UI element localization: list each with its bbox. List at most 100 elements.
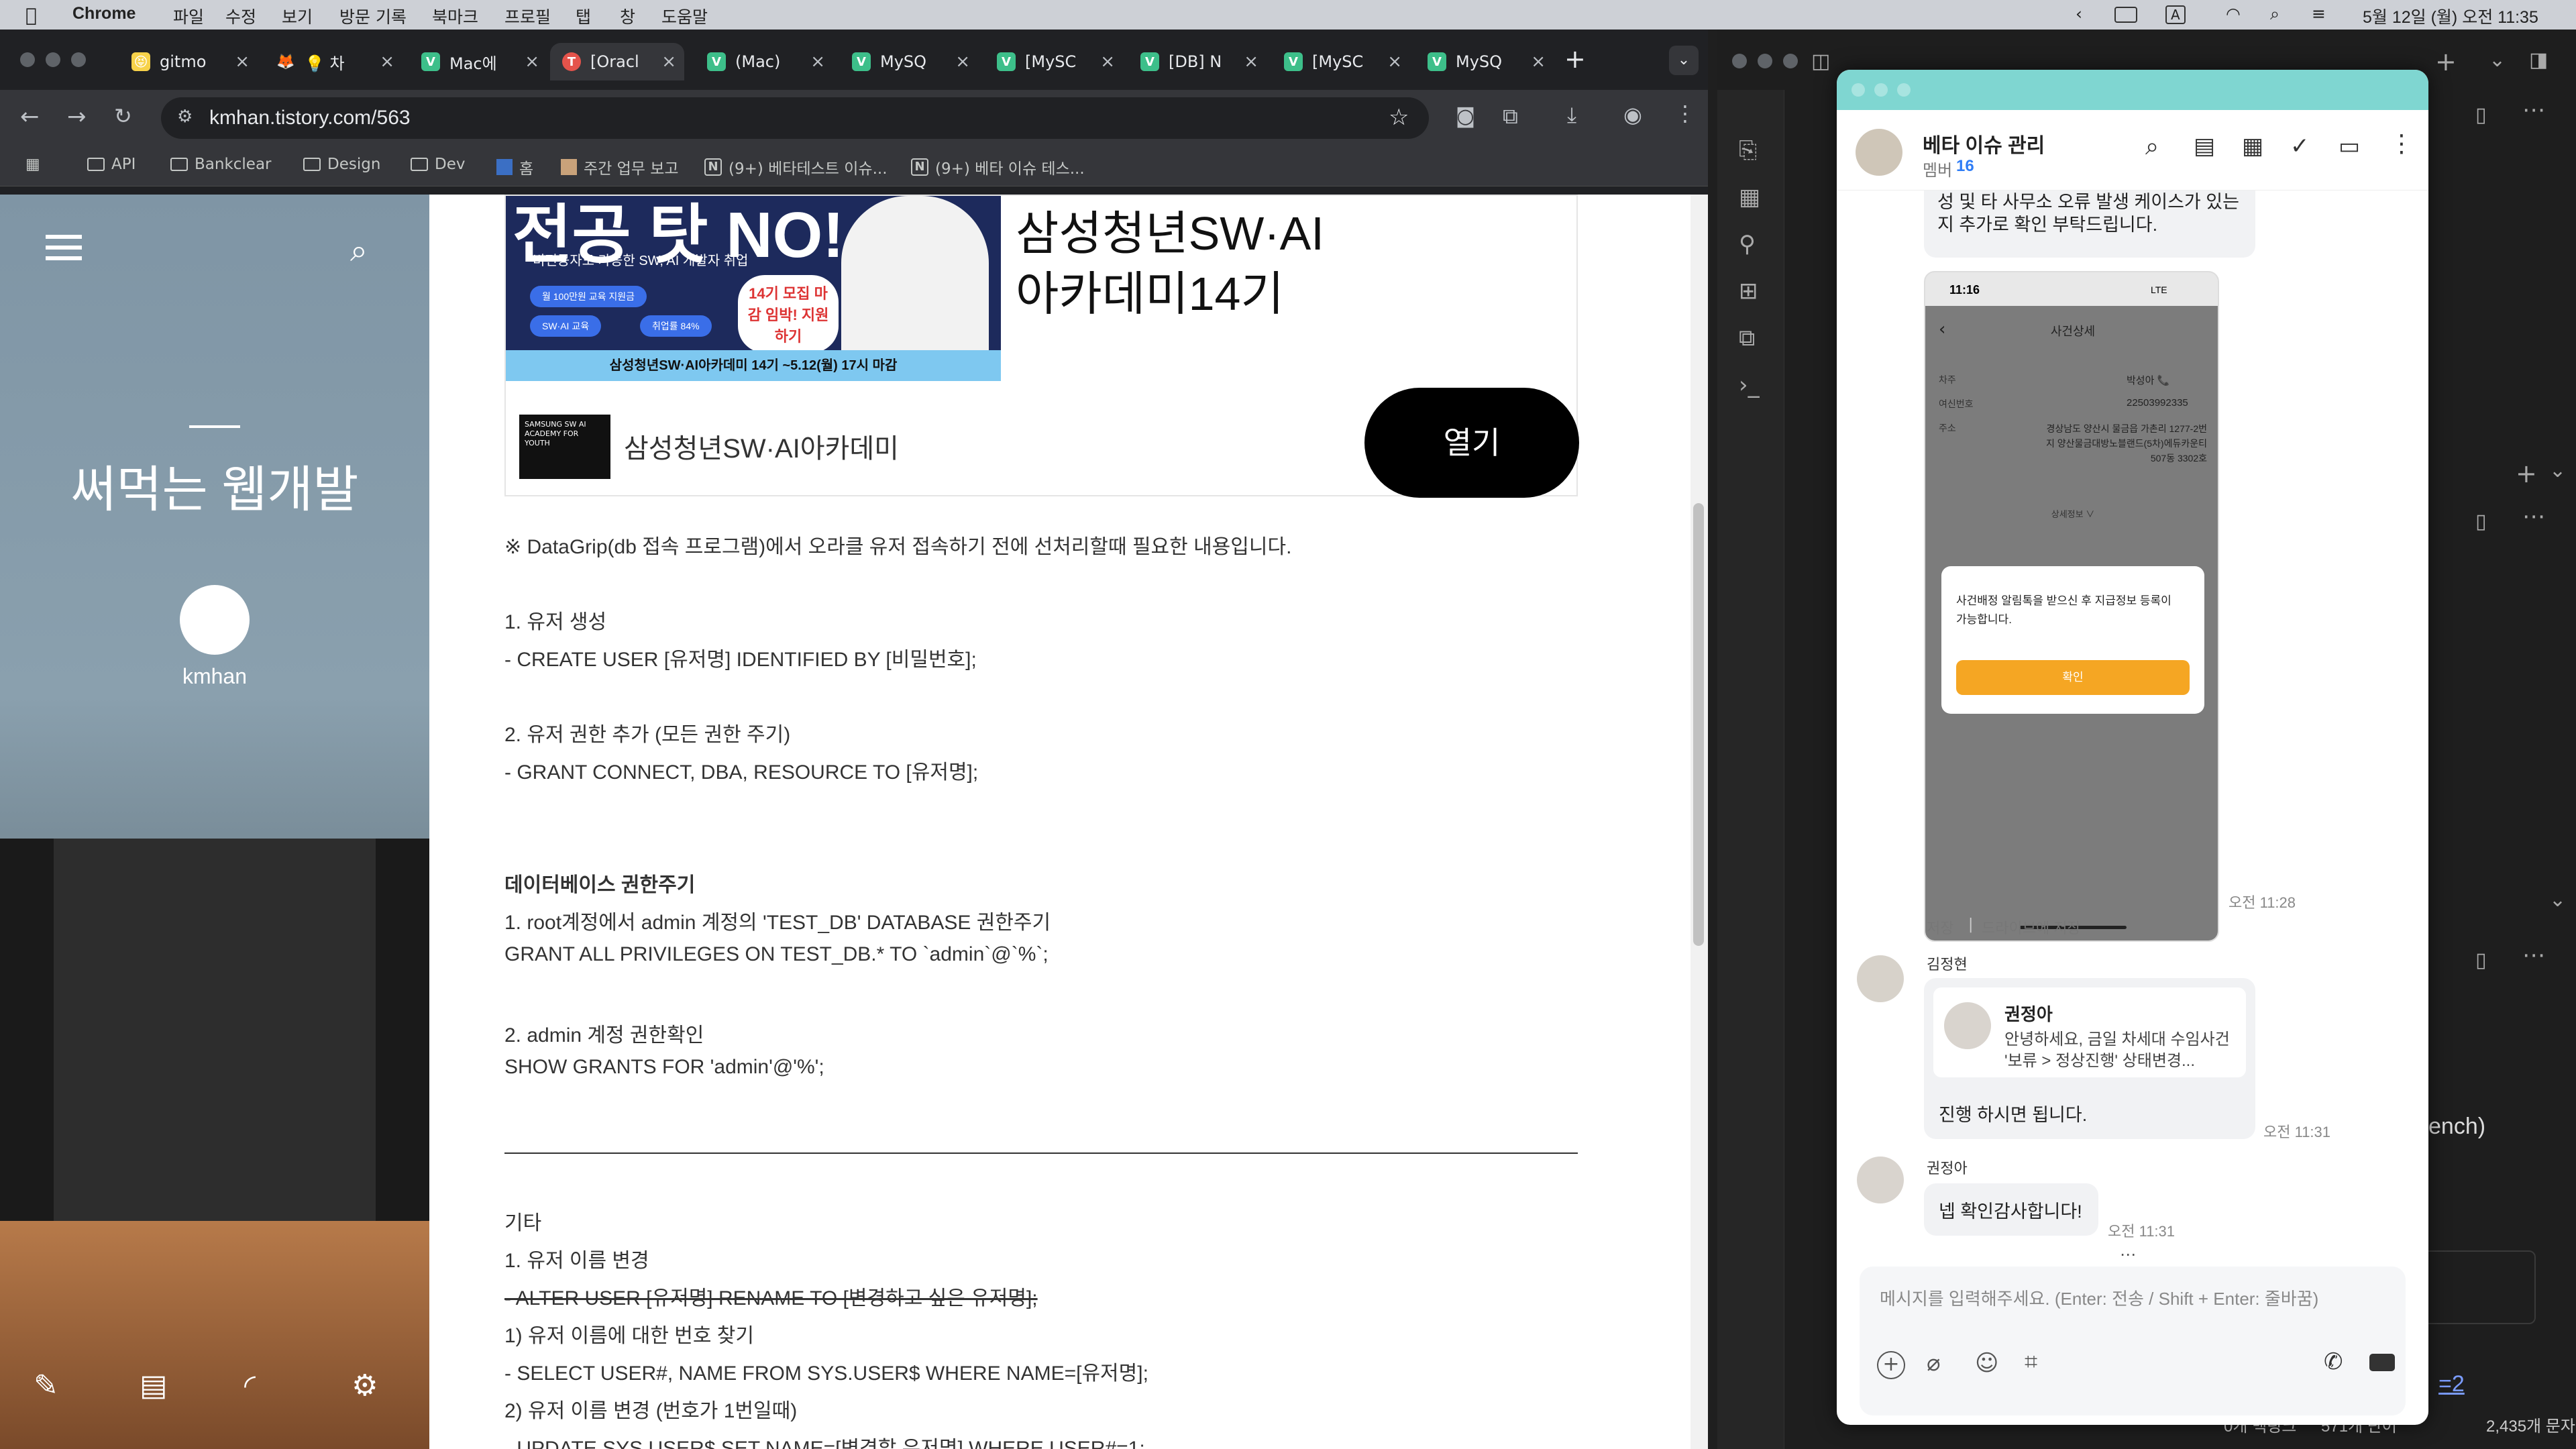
tab-mysql[interactable]: V MySQ × [852,43,970,80]
attachment-icon[interactable]: ⌀ [1927,1350,1940,1377]
more-icon[interactable]: ⋯ [2522,503,2545,530]
tab-gitlab[interactable]: 🦊 💡 차 × [276,43,394,80]
reply-message-bubble[interactable]: 권정아 안녕하세요, 금일 차세대 수임사건 '보류 > 정상진행' 상태변경.… [1924,978,2255,1139]
more-icon[interactable]: ⋯ [2522,97,2545,123]
omnibox[interactable]: ⚙ kmhan.tistory.com/563 ☆ [161,97,1429,139]
close-icon[interactable]: × [955,52,970,72]
ad-brand-name[interactable]: 삼성청년SW·AI아카데미 [624,427,899,466]
search-icon[interactable]: ⌕ [2145,133,2159,161]
control-center-icon[interactable]: ≡ [2312,4,2326,23]
new-tab-button[interactable]: + [1564,44,1586,74]
layout-icon[interactable]: ◨ [2529,48,2548,72]
bookmark-home[interactable]: 홈 [496,156,533,178]
search-icon[interactable]: ⌕ [2270,4,2279,24]
close-icon[interactable]: × [1100,52,1115,72]
window-close-button[interactable] [1732,54,1747,68]
forward-button[interactable]: → [67,103,87,130]
page-scrollbar[interactable] [1690,195,1708,1449]
copy-icon[interactable]: ⧉ [1739,325,1755,352]
chevron-down-icon[interactable]: ⌄ [2489,48,2506,72]
tab-db[interactable]: V [DB] N × [1140,43,1258,80]
video-call-icon[interactable] [2369,1354,2395,1371]
chevron-down-icon[interactable]: ⌄ [2549,459,2566,482]
more-dots-icon[interactable]: ⋯ [2120,1245,2136,1264]
menu-datetime[interactable]: 5월 12일 (월) 오전 11:35 [2363,4,2538,28]
rss-icon[interactable]: ◜ [244,1368,256,1403]
menu-help[interactable]: 도움말 [661,4,708,28]
sender-name[interactable]: 김정현 [1927,953,1968,974]
ad-image[interactable]: 전공 탓 NO! 비전공자도 가능한 SW, AI 개발자 취업 월 100만원… [506,196,1001,381]
message-composer[interactable]: 메시지를 입력해주세요. (Enter: 전송 / Shift + Enter:… [1860,1267,2406,1415]
menu-view[interactable]: 보기 [282,4,313,28]
save-link[interactable]: 저장 [1927,916,1953,938]
bookmark-folder-api[interactable]: API [87,156,136,173]
settings-gear-icon[interactable]: ⚙ [352,1368,378,1403]
calendar-icon[interactable]: ▦ [1739,184,1760,211]
window-minimize-button[interactable] [46,52,60,67]
message-bubble-partial[interactable]: 있는 체중조(의미 번호 0번), 체크 기능 성 및 타 사무소 오류 발생 … [1924,191,2255,258]
site-info-icon[interactable]: ⚙ [177,107,193,127]
tab-mysql-3[interactable]: V [MySC × [1284,43,1402,80]
quoted-message[interactable]: 권정아 안녕하세요, 금일 차세대 수임사건 '보류 > 정상진행' 상태변경.… [1933,987,2246,1077]
grid-icon[interactable]: ⊞ [1739,278,1758,305]
sender-name[interactable]: 권정아 [1927,1157,1968,1178]
guestbook-icon[interactable]: ▤ [140,1368,168,1403]
bookmark-folder-design[interactable]: Design [303,156,380,173]
terminal-icon[interactable]: ›_ [1739,372,1760,398]
message-bubble[interactable]: 넵 확인감사합니다! [1924,1183,2098,1236]
window-minimize-button[interactable] [1874,83,1888,97]
ad-title-line1[interactable]: 삼성청년SW·AI [1016,196,1324,264]
search-icon[interactable]: ⌕ [350,232,368,270]
member-count[interactable]: 16 [1956,157,1974,176]
avatar[interactable] [1857,1157,1904,1203]
tab-mysql-2[interactable]: V [MySC × [997,43,1115,80]
window-zoom-button[interactable] [1783,54,1798,68]
window-close-button[interactable] [20,52,35,67]
avatar[interactable] [1857,955,1904,1002]
save-to-drive-link[interactable]: 드라이브에 저장 [1982,916,2081,938]
ad-title-line2[interactable]: 아카데미14기 [1016,256,1284,324]
apple-icon[interactable]:  [25,4,37,26]
message-input-placeholder[interactable]: 메시지를 입력해주세요. (Enter: 전송 / Shift + Enter:… [1880,1285,2318,1310]
graph-icon[interactable]: ⚲ [1739,231,1756,258]
menu-history[interactable]: 방문 기록 [339,4,407,28]
window-close-button[interactable] [1851,83,1865,97]
reading-mode-icon[interactable]: ▯ [2475,103,2487,127]
wifi-icon[interactable]: ◠ [2226,4,2241,23]
file-icon[interactable]: ⎘ [1739,137,1757,164]
tab-mac[interactable]: V Mac에 × [421,43,539,80]
window-zoom-button[interactable] [71,52,86,67]
menu-edit[interactable]: 수정 [225,4,256,28]
bookmark-notion-beta-issue[interactable]: N (9+) 베타 이슈 테스... [911,156,1085,178]
more-menu-icon[interactable]: ⋮ [2390,130,2414,158]
profile-icon[interactable]: ◉ [1623,102,1642,127]
room-avatar[interactable] [1856,129,1902,176]
phone-call-icon[interactable]: ✆ [2324,1348,2343,1375]
capture-icon[interactable]: ⌗ [2025,1348,2037,1375]
bookmark-folder-dev[interactable]: Dev [411,156,465,173]
new-tab-button[interactable]: + [2516,459,2537,488]
input-source-icon[interactable]: A [2165,5,2186,24]
menu-file[interactable]: 파일 [173,4,204,28]
chevron-down-icon[interactable]: ⌄ [2549,888,2566,912]
download-icon[interactable]: ⤓ [1567,102,1576,128]
apps-grid-icon[interactable]: ▦ [25,156,40,173]
close-icon[interactable]: × [810,52,825,72]
bookmark-weekly-report[interactable]: 주간 업무 보고 [561,156,679,178]
menu-profile[interactable]: 프로필 [504,4,551,28]
new-tab-button[interactable]: + [2435,47,2457,76]
close-icon[interactable]: × [525,52,539,72]
close-icon[interactable]: × [1244,52,1258,72]
sidebar-toggle-icon[interactable]: ◫ [1811,50,1830,73]
extensions-icon[interactable]: ⧉ [1503,103,1518,129]
reading-mode-icon[interactable]: ▯ [2475,510,2487,533]
editor-link[interactable]: =2 [2438,1371,2465,1397]
close-icon[interactable]: × [1387,52,1402,72]
notes-icon[interactable]: ▤ [2194,133,2215,160]
avatar[interactable] [180,585,250,655]
battery-icon[interactable] [2114,7,2137,23]
reload-button[interactable]: ↻ [114,103,132,129]
tab-gitmoji[interactable]: 😝 gitmo × [131,43,250,80]
todo-check-icon[interactable]: ✓ [2290,133,2310,160]
window-zoom-button[interactable] [1897,83,1911,97]
